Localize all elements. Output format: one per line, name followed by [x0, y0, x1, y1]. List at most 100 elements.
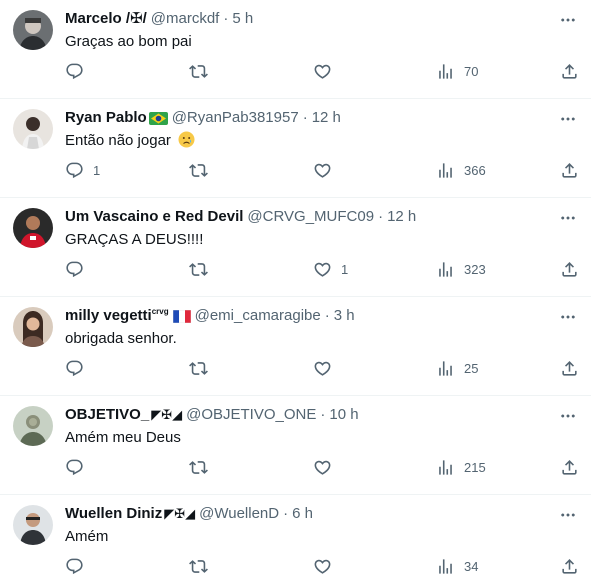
user-name[interactable]: OBJETIVO_ [65, 405, 149, 425]
tweet[interactable]: Marcelo /✠/ @marckdf · 5 h Graças ao bom… [0, 0, 591, 99]
tweet-header: Um Vascaino e Red Devil @CRVG_MUFC09 · 1… [65, 207, 551, 227]
like-button[interactable] [313, 357, 341, 379]
avatar[interactable] [13, 406, 53, 446]
reply-button[interactable] [65, 456, 93, 478]
reply-button[interactable] [65, 60, 93, 82]
timestamp[interactable]: 3 h [334, 306, 355, 326]
user-name[interactable]: Um Vascaino e Red Devil [65, 207, 243, 227]
separator: · [324, 307, 330, 324]
like-button[interactable] [313, 60, 341, 82]
timestamp[interactable]: 12 h [387, 207, 416, 227]
retweet-button[interactable] [189, 357, 217, 379]
reply-button[interactable] [65, 555, 93, 577]
tweet-actions: 1 366 [0, 159, 591, 181]
user-handle[interactable]: @emi_camaragibe [195, 306, 321, 326]
user-name[interactable]: Ryan Pablo [65, 108, 147, 128]
tweet[interactable]: Wuellen Diniz ◤✠◢ @WuellenD · 6 h Amém 3… [0, 495, 591, 585]
views-button[interactable]: 366 [436, 159, 486, 181]
tweet[interactable]: OBJETIVO_ ◤✠◢ @OBJETIVO_ONE · 10 h Amém … [0, 396, 591, 495]
retweet-icon [189, 359, 208, 378]
tweet-actions: 70 [0, 60, 591, 82]
views-button[interactable]: 215 [436, 456, 486, 478]
heart-icon [313, 161, 332, 180]
user-name[interactable]: Wuellen Diniz [65, 504, 162, 524]
user-name[interactable]: Marcelo /✠/ [65, 9, 147, 29]
views-button[interactable]: 25 [436, 357, 478, 379]
tweet-text-row: Então não jogar [65, 131, 195, 154]
reply-button[interactable] [65, 258, 93, 280]
like-button[interactable] [313, 159, 341, 181]
user-handle[interactable]: @marckdf [151, 9, 220, 29]
retweet-button[interactable] [189, 159, 217, 181]
tweet-text: Amém [65, 528, 109, 545]
tweet-actions: 34 [0, 555, 591, 577]
share-button[interactable] [560, 357, 579, 379]
view-count: 323 [464, 261, 486, 277]
retweet-button[interactable] [189, 456, 217, 478]
view-count: 25 [464, 360, 479, 376]
views-button[interactable]: 34 [436, 555, 478, 577]
more-icon[interactable] [559, 506, 577, 524]
share-button[interactable] [560, 159, 579, 181]
timestamp[interactable]: 10 h [329, 405, 358, 425]
avatar[interactable] [13, 109, 53, 149]
views-button[interactable]: 323 [436, 258, 486, 280]
reply-count: 1 [93, 162, 101, 178]
user-handle[interactable]: @OBJETIVO_ONE [186, 405, 316, 425]
share-button[interactable] [560, 60, 579, 82]
tweet-text: GRAÇAS A DEUS!!!! [65, 231, 204, 248]
reply-icon [65, 260, 84, 279]
timestamp[interactable]: 5 h [232, 9, 253, 29]
timestamp[interactable]: 6 h [292, 504, 313, 524]
share-icon [560, 359, 579, 378]
avatar[interactable] [13, 505, 53, 545]
retweet-button[interactable] [189, 555, 217, 577]
reply-icon [65, 161, 84, 180]
heart-icon [313, 62, 332, 81]
like-button[interactable] [313, 555, 341, 577]
share-icon [560, 161, 579, 180]
share-icon [560, 557, 579, 576]
heart-icon [313, 359, 332, 378]
like-button[interactable] [313, 456, 341, 478]
share-button[interactable] [560, 555, 579, 577]
tweet-header: Ryan Pablo @RyanPab381957 · 12 h [65, 108, 551, 128]
tweet[interactable]: Um Vascaino e Red Devil @CRVG_MUFC09 · 1… [0, 198, 591, 297]
more-icon[interactable] [559, 308, 577, 326]
more-icon[interactable] [559, 110, 577, 128]
share-icon [560, 62, 579, 81]
user-handle[interactable]: @CRVG_MUFC09 [247, 207, 374, 227]
share-button[interactable] [560, 456, 579, 478]
user-handle[interactable]: @WuellenD [199, 504, 279, 524]
retweet-button[interactable] [189, 60, 217, 82]
avatar[interactable] [13, 208, 53, 248]
retweet-icon [189, 557, 208, 576]
views-icon [436, 458, 455, 477]
like-count: 1 [341, 261, 349, 277]
retweet-button[interactable] [189, 258, 217, 280]
name-superscript: crvg [151, 307, 169, 316]
user-name[interactable]: milly vegetti [65, 306, 152, 326]
heart-icon [313, 458, 332, 477]
tweet-header: Wuellen Diniz ◤✠◢ @WuellenD · 6 h [65, 504, 551, 524]
avatar[interactable] [13, 10, 53, 50]
share-button[interactable] [560, 258, 579, 280]
timestamp[interactable]: 12 h [312, 108, 341, 128]
more-icon[interactable] [559, 11, 577, 29]
crying-face-icon [178, 131, 195, 154]
more-icon[interactable] [559, 407, 577, 425]
tweet-actions: 25 [0, 357, 591, 379]
views-icon [436, 359, 455, 378]
view-count: 70 [464, 63, 479, 79]
tweet[interactable]: milly vegetti crvg @emi_camaragibe · 3 h… [0, 297, 591, 396]
reply-button[interactable]: 1 [65, 159, 100, 181]
tweet-text: obrigada senhor. [65, 330, 177, 347]
avatar[interactable] [13, 307, 53, 347]
reply-button[interactable] [65, 357, 93, 379]
view-count: 215 [464, 459, 486, 475]
more-icon[interactable] [559, 209, 577, 227]
user-handle[interactable]: @RyanPab381957 [172, 108, 299, 128]
tweet[interactable]: Ryan Pablo @RyanPab381957 · 12 h Então n… [0, 99, 591, 198]
views-button[interactable]: 70 [436, 60, 478, 82]
like-button[interactable]: 1 [313, 258, 348, 280]
